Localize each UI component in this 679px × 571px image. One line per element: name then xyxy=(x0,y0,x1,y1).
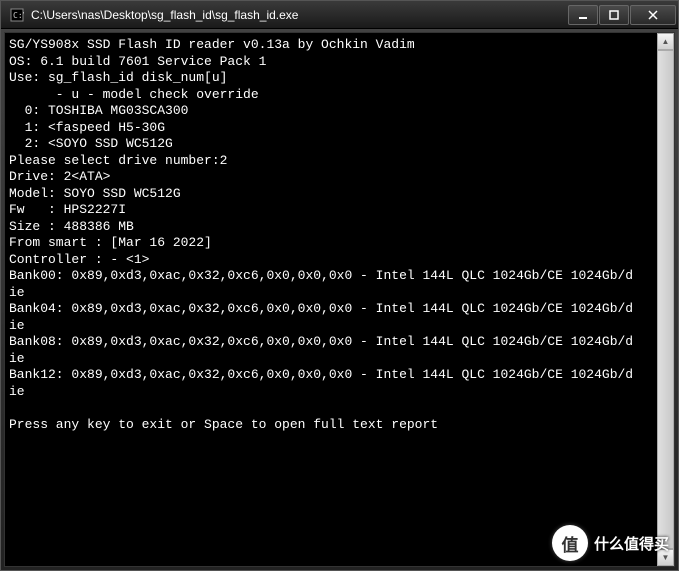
app-icon: C:\ xyxy=(9,7,25,23)
svg-text:C:\: C:\ xyxy=(13,11,24,20)
scroll-down-button[interactable]: ▼ xyxy=(657,549,674,566)
scroll-track[interactable] xyxy=(657,50,674,549)
console-area: SG/YS908x SSD Flash ID reader v0.13a by … xyxy=(4,32,675,567)
console-window: C:\ C:\Users\nas\Desktop\sg_flash_id\sg_… xyxy=(0,0,679,571)
window-title: C:\Users\nas\Desktop\sg_flash_id\sg_flas… xyxy=(31,8,568,22)
minimize-button[interactable] xyxy=(568,5,598,25)
maximize-button[interactable] xyxy=(599,5,629,25)
scroll-up-button[interactable]: ▲ xyxy=(657,33,674,50)
close-button[interactable] xyxy=(630,5,676,25)
console-output[interactable]: SG/YS908x SSD Flash ID reader v0.13a by … xyxy=(5,33,656,566)
window-controls xyxy=(568,5,676,25)
vertical-scrollbar[interactable]: ▲ ▼ xyxy=(657,33,674,566)
titlebar[interactable]: C:\ C:\Users\nas\Desktop\sg_flash_id\sg_… xyxy=(1,1,678,29)
scroll-thumb[interactable] xyxy=(657,50,674,549)
